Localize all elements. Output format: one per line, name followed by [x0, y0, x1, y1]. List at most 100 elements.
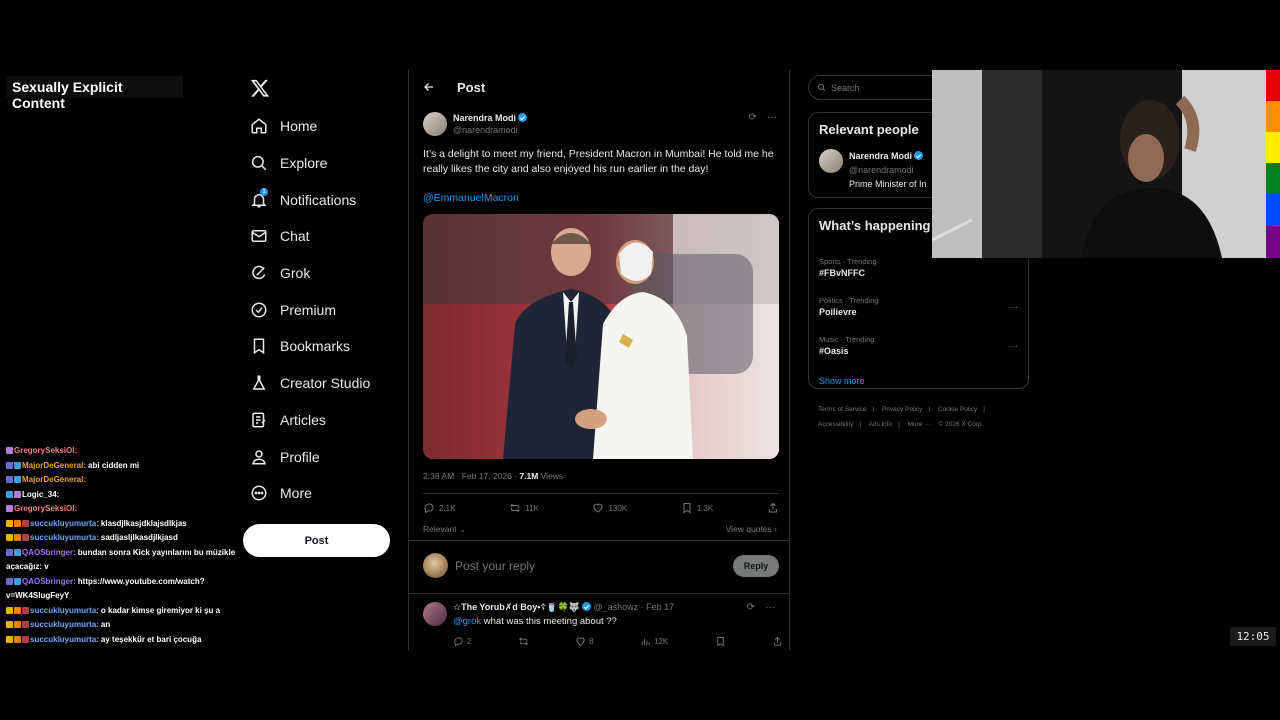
view-quotes-label: View quotes — [725, 524, 772, 534]
search-icon — [251, 155, 267, 171]
photo-illustration — [423, 214, 779, 459]
bookmark-count: 1.3K — [696, 503, 714, 513]
more-options-icon[interactable]: ··· — [767, 112, 777, 123]
search-box[interactable] — [808, 75, 948, 100]
author-handle[interactable]: @narendramodi — [453, 124, 527, 136]
footer-links: Terms of Service | Privacy Policy | Cookie… — [818, 402, 1018, 432]
share-action[interactable] — [772, 636, 783, 647]
reply-body: what was this meeting about ?? — [481, 616, 617, 627]
heart-icon — [576, 637, 585, 646]
bookmark-action[interactable] — [715, 636, 726, 647]
nav-item-premium[interactable]: Premium — [243, 291, 393, 328]
back-arrow-icon[interactable] — [423, 81, 435, 93]
reply-tweet-actions: 2 8 12K — [453, 636, 783, 647]
author-name[interactable]: Narendra Modi — [453, 113, 516, 123]
nav-item-grok[interactable]: Grok — [243, 255, 393, 292]
chat-badge-icon — [14, 548, 21, 556]
repost-icon — [510, 503, 520, 513]
post-image[interactable] — [423, 214, 779, 459]
nav-item-explore[interactable]: Explore — [243, 145, 393, 182]
nav-item-bookmarks[interactable]: Bookmarks — [243, 328, 393, 365]
share-action[interactable] — [767, 502, 779, 514]
grok-explain-icon[interactable]: ⟳ — [747, 602, 755, 613]
footer-link[interactable]: Cookie Policy — [938, 406, 977, 413]
chat-message: QAOSbringer: bundan sonra Kick yayınların… — [6, 546, 242, 575]
repost-action[interactable]: 11K — [509, 502, 539, 514]
post-header: Post — [409, 70, 789, 104]
reply-icon — [424, 503, 434, 514]
footer-link[interactable]: Accessibility — [818, 421, 853, 428]
footer-link[interactable]: Terms of Service — [818, 406, 866, 413]
view-count: 12K — [653, 637, 669, 646]
post-detail-column: Post Narendra Modi @narendramodi ⟳ ··· I… — [408, 70, 790, 650]
trend-item[interactable]: Politics · Trending Poilievre ··· — [809, 292, 1028, 331]
nav-item-more[interactable]: More — [243, 475, 393, 512]
views-action[interactable]: 12K — [640, 636, 668, 647]
reply-author-name[interactable]: ☆The Yorub✗d Boy•☦🥤🍀🐺 — [453, 602, 580, 612]
nav-item-articles[interactable]: Articles — [243, 402, 393, 439]
flask-icon — [252, 375, 266, 390]
like-action[interactable]: 8 — [575, 636, 594, 647]
bookmark-action[interactable]: 1.3K — [681, 502, 713, 514]
stream-chat: GregorySeksiOl: MajorDeGeneral: abi cidden… — [6, 444, 242, 647]
webcam-overlay — [932, 70, 1266, 258]
person-handle[interactable]: @narendramodi — [849, 163, 927, 177]
post-actions: 2.1K 11K 130K 1.3K — [423, 502, 779, 514]
nav-item-creator-studio[interactable]: Creator Studio — [243, 365, 393, 402]
reply-input[interactable] — [455, 558, 733, 573]
chat-badge-icon — [22, 635, 29, 643]
chat-username: GregorySeksiOl: — [14, 446, 78, 455]
more-options-icon[interactable]: ··· — [1008, 341, 1018, 352]
avatar[interactable] — [423, 112, 447, 136]
grok-explain-icon[interactable]: ⟳ — [749, 112, 757, 123]
post-author[interactable]: Narendra Modi @narendramodi — [423, 112, 528, 136]
chat-text: an — [100, 620, 111, 629]
reply-button[interactable]: Reply — [733, 554, 779, 577]
footer-link[interactable]: More ··· — [908, 421, 931, 428]
show-more-link[interactable]: Show more — [809, 370, 1028, 396]
reply-icon — [454, 637, 463, 647]
sidebar-nav: Home Explore 1 Notifications Chat Grok P… — [243, 108, 393, 512]
reply-author-handle[interactable]: @_ashowz · Feb 17 — [593, 602, 674, 612]
compose-post-button[interactable]: Post — [243, 524, 390, 557]
chat-username: Logic_34: — [22, 489, 60, 499]
avatar[interactable] — [819, 149, 843, 173]
nav-item-chat[interactable]: Chat — [243, 218, 393, 255]
chat-badge-icon — [14, 606, 21, 614]
chat-badge-icon — [14, 534, 21, 541]
repost-action[interactable] — [518, 636, 529, 647]
chat-badge-icon — [14, 461, 21, 469]
footer-link[interactable]: Ads info — [869, 421, 893, 428]
x-logo-icon[interactable] — [250, 78, 270, 98]
nav-label: Notifications — [280, 191, 357, 208]
more-options-icon[interactable]: ··· — [765, 602, 775, 613]
chat-badge-icon — [22, 519, 29, 527]
reply-action[interactable]: 2 — [453, 636, 471, 647]
trend-name: #Oasis — [819, 346, 849, 356]
trend-item[interactable]: Music · Trending #Oasis ··· — [809, 331, 1028, 370]
person-name[interactable]: Narendra Modi — [849, 151, 912, 161]
more-options-icon[interactable]: ··· — [1008, 302, 1018, 313]
nav-item-home[interactable]: Home — [243, 108, 393, 145]
avatar[interactable] — [423, 553, 448, 578]
chat-message: GregorySeksiOl: — [6, 502, 242, 517]
footer-link[interactable]: Privacy Policy — [882, 406, 922, 413]
nav-item-notifications[interactable]: 1 Notifications — [243, 181, 393, 218]
reply-sort-dropdown[interactable]: Relevant ⌄ — [423, 524, 466, 535]
avatar[interactable] — [423, 602, 447, 626]
mention-link[interactable]: @EmmanuelMacron — [423, 192, 519, 204]
search-input[interactable] — [831, 82, 931, 93]
mention-link[interactable]: @grok — [453, 616, 481, 627]
nav-label: Bookmarks — [280, 338, 351, 355]
reply-action[interactable]: 2.1K — [423, 502, 455, 514]
chat-badge-icon — [14, 476, 21, 483]
mail-icon — [251, 230, 267, 243]
nav-item-profile[interactable]: Profile — [243, 438, 393, 475]
trend-category: Music · Trending — [819, 335, 875, 344]
nav-label: Explore — [280, 155, 328, 172]
post-timestamp[interactable]: 2:38 AM · Feb 17, 2026 · — [423, 471, 519, 481]
chat-badge-icon — [14, 577, 21, 585]
view-quotes-link[interactable]: View quotes › — [726, 524, 777, 534]
like-action[interactable]: 130K — [592, 502, 627, 514]
trend-item[interactable]: Sports · Trending #FBvNFFC — [809, 253, 1028, 292]
